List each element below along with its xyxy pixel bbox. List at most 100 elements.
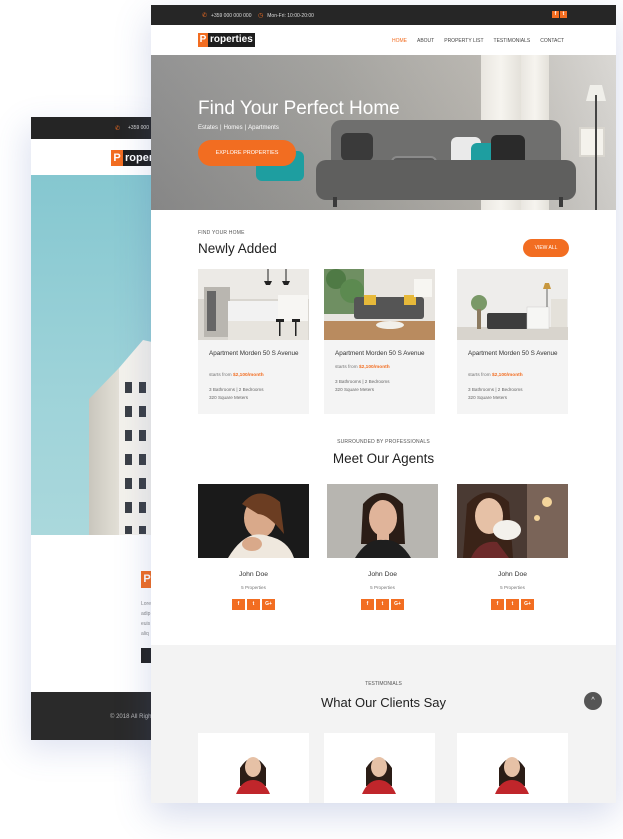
twitter-icon[interactable]: t xyxy=(247,599,260,610)
agent-social: f t G+ xyxy=(491,599,534,610)
property-image xyxy=(198,269,309,340)
agent-properties: 5 Properties xyxy=(370,585,395,590)
agent-social: f t G+ xyxy=(232,599,275,610)
section-kicker: TESTIMONIALS xyxy=(365,681,402,687)
twitter-icon[interactable]: t xyxy=(376,599,389,610)
logo-text: roperties xyxy=(208,33,255,47)
price-prefix: starts from xyxy=(468,373,491,378)
facebook-icon[interactable]: f xyxy=(232,599,245,610)
property-price: starts from $2,100/month xyxy=(209,373,264,378)
agent-social: f t G+ xyxy=(361,599,404,610)
topbar-phone: ✆ +359 000 000 000 xyxy=(202,12,252,20)
canvas: ✆ +359 000 P roper P Lore adip euis aliq… xyxy=(0,0,623,839)
agent-name[interactable]: John Doe xyxy=(457,571,568,578)
back-topbar: ✆ +359 000 xyxy=(31,117,161,139)
back-about-section: P Lore adip euis aliq xyxy=(31,535,161,692)
facebook-icon[interactable]: f xyxy=(552,11,559,18)
nav-property-list[interactable]: PROPERTY LIST xyxy=(444,38,483,44)
client-avatar xyxy=(362,757,396,794)
property-rooms: 3 Bathrooms | 2 Bedrooms xyxy=(209,387,264,392)
hero-sub-sep: | xyxy=(244,125,247,131)
back-phone: +359 000 xyxy=(128,125,149,131)
hero-breadcrumb: Estates | Homes | Apartments xyxy=(198,125,279,131)
property-image xyxy=(457,269,568,340)
scroll-to-top-button[interactable]: ^ xyxy=(584,692,602,710)
agent-photo[interactable] xyxy=(198,484,309,558)
phone-icon: ✆ xyxy=(115,126,121,132)
hero-sub-estates: Estates xyxy=(198,125,219,131)
nav-home[interactable]: HOME xyxy=(392,38,407,44)
property-title[interactable]: Apartment Morden 50 S Avenue xyxy=(209,349,303,358)
twitter-icon[interactable]: t xyxy=(560,11,567,18)
property-area: 320 Square Meters xyxy=(335,387,375,392)
clock-icon: ◷ xyxy=(258,13,264,19)
property-card[interactable]: Apartment Morden 50 S Avenue starts from… xyxy=(457,269,568,414)
back-text-line: adip xyxy=(141,611,151,617)
agent-name[interactable]: John Doe xyxy=(198,571,309,578)
section-kicker: SURROUNDED BY PROFESSIONALS xyxy=(337,439,430,445)
agent-photo[interactable] xyxy=(327,484,438,558)
back-navbar: P roper xyxy=(31,139,161,175)
back-logo-letter: P xyxy=(111,150,123,166)
topbar-hours-text: Mon-Fri: 10:00-20:00 xyxy=(267,12,314,19)
topbar: ✆ +359 000 000 000 ◷ Mon-Fri: 10:00-20:0… xyxy=(151,5,616,25)
back-page-mockup: ✆ +359 000 P roper P Lore adip euis aliq… xyxy=(31,117,161,740)
nav-testimonials[interactable]: TESTIMONIALS xyxy=(494,38,531,44)
property-price: starts from $2,100/month xyxy=(468,373,523,378)
agent-photo[interactable] xyxy=(457,484,568,558)
front-page-mockup: ✆ +359 000 000 000 ◷ Mon-Fri: 10:00-20:0… xyxy=(151,5,616,803)
back-copyright: © 2018 All Righ xyxy=(110,714,152,720)
property-card[interactable]: Apartment Morden 50 S Avenue starts from… xyxy=(324,269,435,414)
facebook-icon[interactable]: f xyxy=(491,599,504,610)
topbar-phone-text: +359 000 000 000 xyxy=(211,12,252,19)
section-kicker: FIND YOUR HOME xyxy=(198,230,245,236)
property-price: starts from $2,100/month xyxy=(335,365,390,370)
agent-properties: 5 Properties xyxy=(241,585,266,590)
explore-properties-button[interactable]: EXPLORE PROPERTIES xyxy=(198,140,296,166)
section-title: Meet Our Agents xyxy=(332,451,435,466)
property-image xyxy=(324,269,435,340)
back-hero-image xyxy=(31,175,161,540)
section-title: What Our Clients Say xyxy=(321,695,446,710)
back-text-line: Lore xyxy=(141,601,152,607)
hero-sub-homes: Homes xyxy=(223,125,243,131)
hero-banner: Find Your Perfect Home Estates | Homes |… xyxy=(151,55,616,210)
nav-contact[interactable]: CONTACT xyxy=(540,38,564,44)
property-area: 320 Square Meters xyxy=(209,395,249,400)
pillow xyxy=(341,133,373,161)
property-area: 320 Square Meters xyxy=(468,395,508,400)
price-prefix: starts from xyxy=(335,365,358,370)
hero-sub-sep: | xyxy=(220,125,222,131)
main-nav: HOME ABOUT PROPERTY LIST TESTIMONIALS CO… xyxy=(392,38,564,44)
testimonial-card xyxy=(457,733,568,803)
property-rooms: 3 Bathrooms | 2 Bedrooms xyxy=(468,387,523,392)
property-title[interactable]: Apartment Morden 50 S Avenue xyxy=(335,349,429,358)
testimonials-section: TESTIMONIALS What Our Clients Say xyxy=(151,645,616,803)
property-card[interactable]: Apartment Morden 50 S Avenue starts from… xyxy=(198,269,309,414)
section-title: Newly Added xyxy=(198,241,277,256)
back-text-line: aliq xyxy=(141,631,149,637)
property-title[interactable]: Apartment Morden 50 S Avenue xyxy=(468,349,562,358)
agent-name[interactable]: John Doe xyxy=(327,571,438,578)
back-text-line: euis xyxy=(141,621,151,627)
agent-properties: 5 Properties xyxy=(500,585,525,590)
site-logo[interactable]: P roperties xyxy=(198,33,255,47)
google-plus-icon[interactable]: G+ xyxy=(521,599,534,610)
google-plus-icon[interactable]: G+ xyxy=(391,599,404,610)
price-prefix: starts from xyxy=(209,373,232,378)
logo-letter: P xyxy=(198,33,208,47)
picture-frame xyxy=(579,127,605,157)
facebook-icon[interactable]: f xyxy=(361,599,374,610)
back-logo[interactable]: P roper xyxy=(111,150,156,166)
topbar-hours: ◷ Mon-Fri: 10:00-20:00 xyxy=(258,12,314,20)
price-value: $2,100/month xyxy=(492,373,523,378)
hero-title: Find Your Perfect Home xyxy=(198,98,400,119)
twitter-icon[interactable]: t xyxy=(506,599,519,610)
testimonial-card xyxy=(324,733,435,803)
view-all-button[interactable]: VIEW ALL xyxy=(523,239,569,257)
price-value: $2,100/month xyxy=(359,365,390,370)
google-plus-icon[interactable]: G+ xyxy=(262,599,275,610)
phone-icon: ✆ xyxy=(202,13,208,19)
hero-sub-apartments: Apartments xyxy=(248,125,279,131)
nav-about[interactable]: ABOUT xyxy=(417,38,434,44)
